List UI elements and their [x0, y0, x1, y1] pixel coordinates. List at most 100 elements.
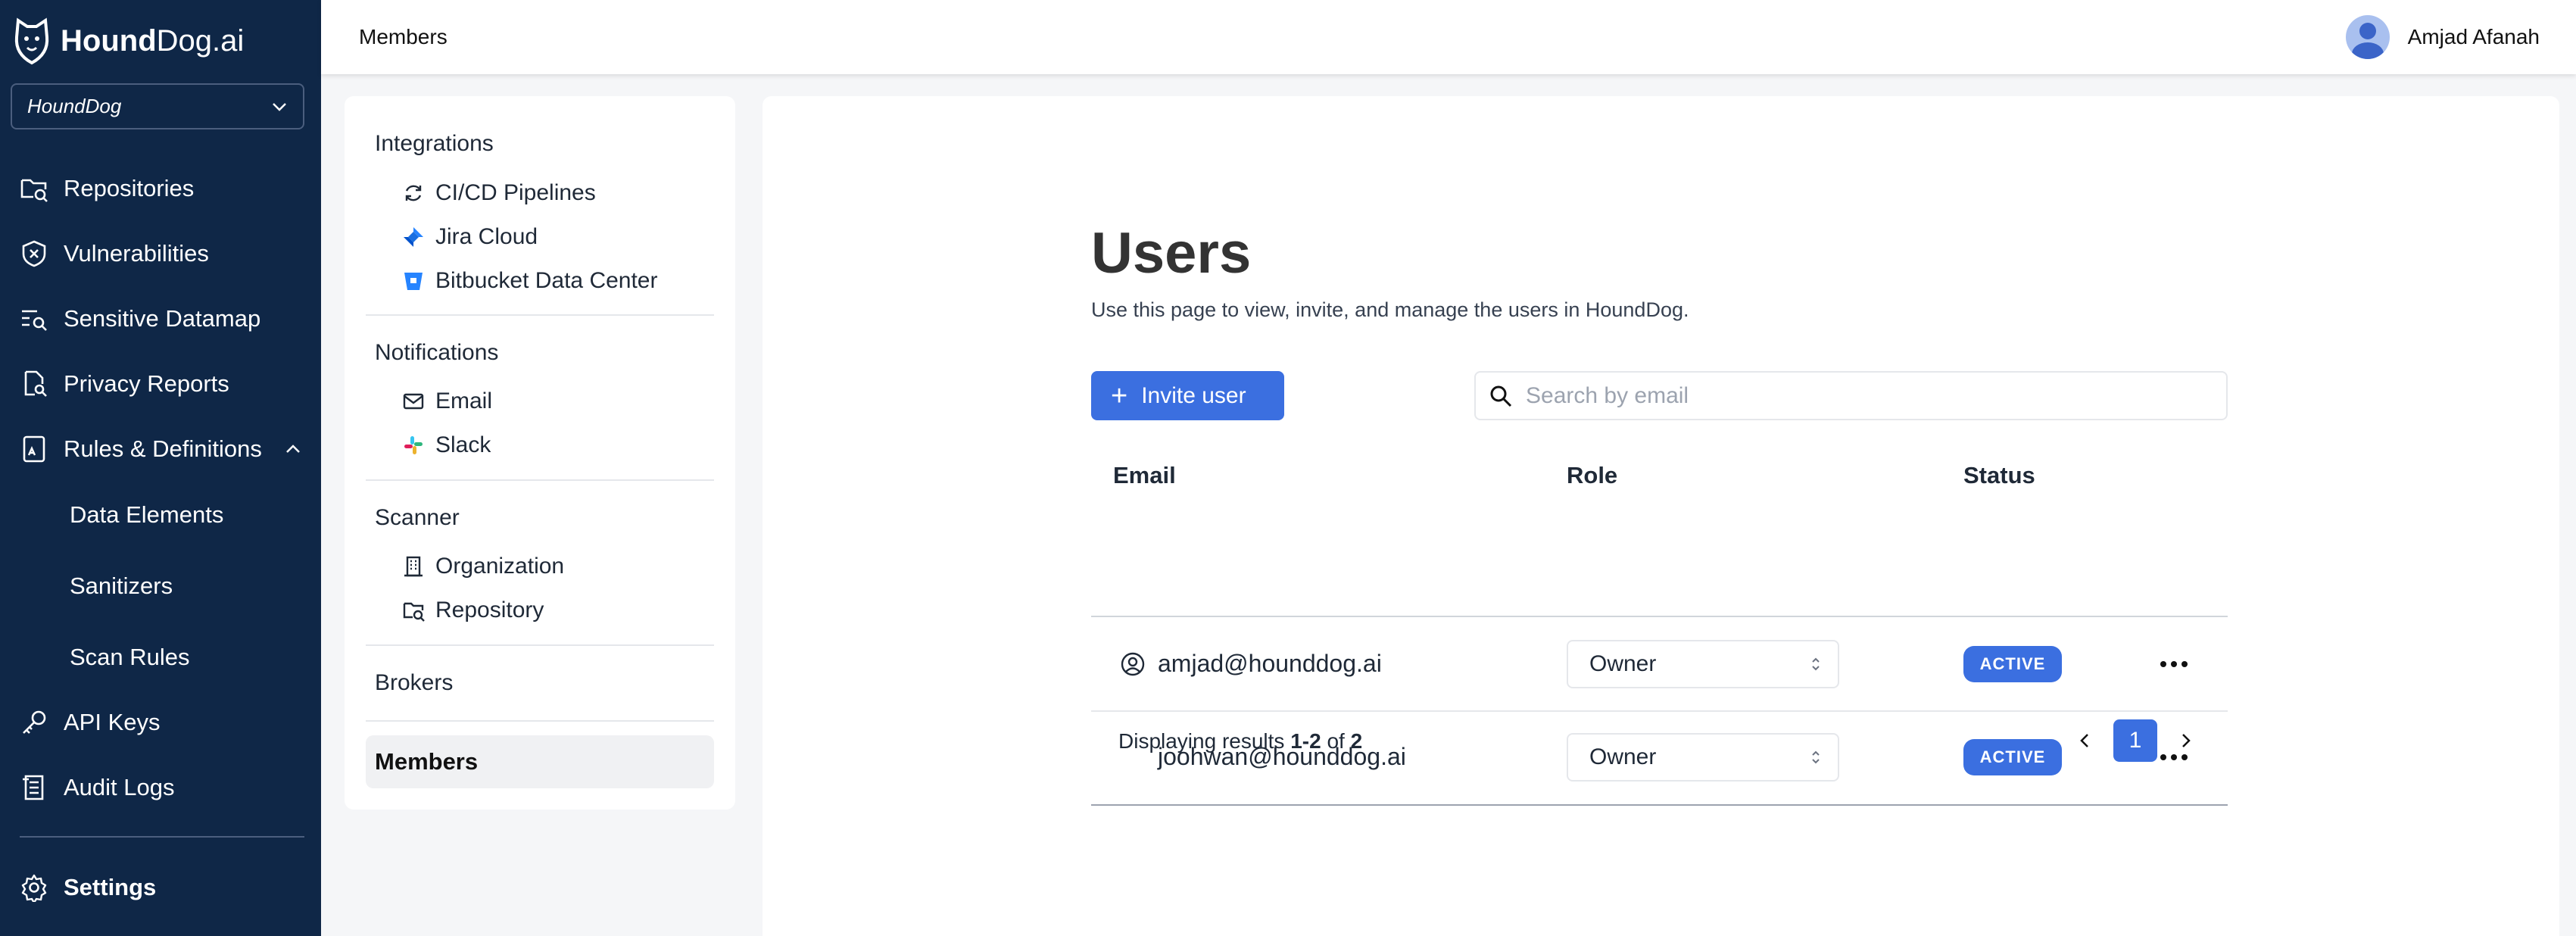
settings-item-brokers[interactable]: Brokers — [375, 670, 453, 696]
page-description: Use this page to view, invite, and manag… — [1091, 298, 1689, 321]
main-content: Users Use this page to view, invite, and… — [763, 96, 2559, 936]
sidebar-item-label: Audit Logs — [64, 774, 175, 800]
jira-icon — [404, 227, 423, 247]
sidebar-item-rules-definitions[interactable]: Rules & Definitions — [0, 425, 321, 473]
settings-item-bitbucket[interactable]: Bitbucket Data Center — [402, 268, 657, 294]
settings-item-cicd-pipelines[interactable]: CI/CD Pipelines — [402, 180, 596, 206]
brand-logo[interactable]: HoundDog.ai — [11, 14, 244, 68]
folder-search-icon — [20, 179, 48, 202]
role-select[interactable]: Owner — [1567, 640, 1839, 688]
divider — [366, 644, 714, 646]
column-header-status: Status — [1963, 462, 2035, 488]
sidebar-item-repositories[interactable]: Repositories — [0, 164, 321, 213]
divider — [366, 720, 714, 722]
sidebar-item-privacy-reports[interactable]: Privacy Reports — [0, 360, 321, 408]
section-title-notifications: Notifications — [375, 340, 499, 365]
role-select-value: Owner — [1589, 744, 1657, 769]
chevron-left-icon — [2080, 734, 2088, 747]
role-select-value: Owner — [1589, 651, 1657, 676]
sidebar-item-label: Vulnerabilities — [64, 240, 209, 267]
column-header-role: Role — [1567, 462, 1618, 488]
pagination: 1 — [2063, 719, 2207, 762]
page-title: Users — [1091, 221, 1252, 285]
invite-user-button[interactable]: + Invite user — [1091, 371, 1284, 420]
settings-item-email[interactable]: Email — [402, 388, 492, 414]
mail-icon — [403, 393, 424, 410]
more-horizontal-icon — [2160, 661, 2188, 667]
user-name: Amjad Afanah — [2407, 25, 2540, 48]
folder-search-icon — [403, 602, 425, 622]
invite-user-label: Invite user — [1141, 382, 1246, 408]
top-bar: Members Amjad Afanah — [321, 0, 2576, 74]
settings-item-slack[interactable]: Slack — [402, 432, 491, 458]
table-bottom-divider — [1091, 804, 2228, 806]
role-select[interactable]: Owner — [1567, 733, 1839, 782]
status-badge: ACTIVE — [1963, 646, 2062, 682]
select-updown-icon — [1812, 657, 1820, 671]
settings-menu: Integrations CI/CD Pipelines Jira Cloud … — [345, 96, 735, 810]
settings-item-label: Repository — [435, 597, 544, 622]
settings-item-repository[interactable]: Repository — [402, 597, 544, 623]
sidebar-item-label: Rules & Definitions — [64, 435, 262, 462]
table-row: joohwan@hounddog.ai Owner ACTIVE — [1091, 710, 2228, 803]
user-menu[interactable]: Amjad Afanah — [2345, 15, 2540, 59]
prev-page-button[interactable] — [2063, 719, 2106, 762]
sidebar-item-api-keys[interactable]: API Keys — [0, 698, 321, 747]
sidebar-item-audit-logs[interactable]: Audit Logs — [0, 763, 321, 812]
avatar — [2345, 15, 2390, 59]
plus-icon: + — [1111, 379, 1128, 412]
slack-icon — [404, 436, 423, 454]
sidebar-item-settings[interactable]: Settings — [0, 863, 321, 912]
gear-icon — [21, 874, 47, 902]
key-icon — [23, 710, 46, 734]
sidebar-item-vulnerabilities[interactable]: Vulnerabilities — [0, 229, 321, 278]
table-row: amjad@hounddog.ai Owner ACTIVE — [1091, 617, 2228, 710]
sidebar-item-label: Repositories — [64, 175, 195, 201]
organization-select-value: HoundDog — [27, 95, 122, 117]
next-page-button[interactable] — [2165, 719, 2207, 762]
refresh-icon — [405, 185, 422, 201]
sidebar-subitem-sanitizers[interactable]: Sanitizers — [70, 562, 173, 610]
status-badge: ACTIVE — [1963, 739, 2062, 775]
settings-item-organization[interactable]: Organization — [402, 554, 564, 579]
log-icon — [23, 775, 44, 800]
settings-item-members[interactable]: Members — [366, 735, 714, 788]
page-number-button[interactable]: 1 — [2113, 719, 2157, 762]
sidebar-item-sensitive-datamap[interactable]: Sensitive Datamap — [0, 295, 321, 343]
shield-icon — [22, 240, 46, 267]
user-email-cell: amjad@hounddog.ai — [1120, 617, 1382, 710]
row-actions-button[interactable] — [2151, 641, 2197, 687]
sidebar-item-label: Settings — [64, 874, 157, 900]
sidebar-subitem-scan-rules[interactable]: Scan Rules — [70, 633, 190, 682]
user-email: amjad@hounddog.ai — [1158, 650, 1382, 677]
divider — [366, 479, 714, 481]
sidebar-item-label: Privacy Reports — [64, 370, 229, 397]
bitbucket-icon — [404, 273, 423, 290]
building-icon — [404, 556, 423, 577]
chevron-up-icon — [286, 445, 300, 453]
breadcrumb: Members — [359, 25, 448, 48]
section-title-scanner: Scanner — [375, 505, 460, 530]
sidebar-item-label: Sensitive Datamap — [64, 305, 261, 332]
search-box — [1474, 371, 2228, 420]
list-search-icon — [22, 310, 47, 331]
organization-select[interactable]: HoundDog — [11, 83, 304, 129]
sidebar-subitem-data-elements[interactable]: Data Elements — [70, 491, 223, 539]
hounddog-logo-icon — [14, 17, 49, 65]
sidebar: HoundDog.ai HoundDog Repositories Vulner… — [0, 0, 321, 936]
sidebar-divider — [20, 836, 304, 838]
sidebar-item-label: API Keys — [64, 709, 161, 735]
column-header-email: Email — [1113, 462, 1176, 488]
settings-item-label: Jira Cloud — [435, 224, 538, 249]
search-icon — [1490, 385, 1512, 407]
user-circle-icon — [1121, 652, 1145, 675]
chevron-down-icon — [273, 102, 286, 111]
user-email-cell: joohwan@hounddog.ai — [1120, 710, 1406, 803]
select-updown-icon — [1812, 750, 1820, 764]
settings-item-label: Bitbucket Data Center — [435, 268, 658, 293]
settings-item-jira-cloud[interactable]: Jira Cloud — [402, 224, 538, 250]
rules-icon — [23, 435, 45, 463]
search-input[interactable] — [1526, 382, 2207, 409]
settings-item-label: Slack — [435, 432, 491, 457]
settings-item-label: CI/CD Pipelines — [435, 180, 596, 205]
